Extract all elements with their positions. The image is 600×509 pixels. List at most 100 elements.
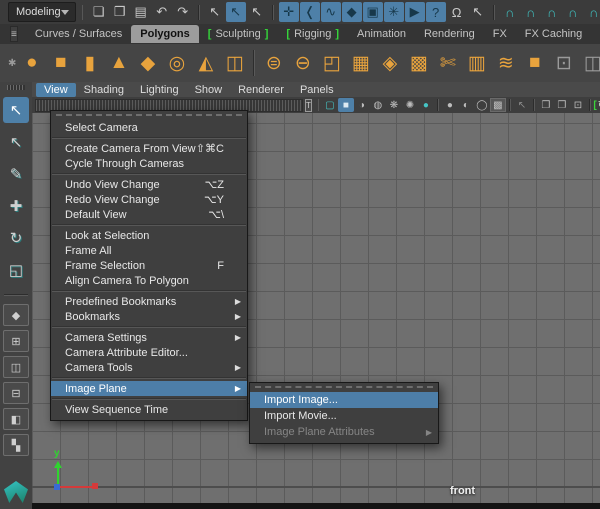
snap-view-plane-icon[interactable]: ∩: [584, 2, 600, 22]
poly-cone-icon[interactable]: ▲: [105, 48, 132, 78]
menu-item[interactable]: Frame Selection F: [51, 258, 247, 273]
menu-tab[interactable]: Rendering: [415, 25, 484, 43]
pane-mixed-layout-button[interactable]: ▚: [3, 434, 29, 456]
snap-point-icon[interactable]: ∩: [542, 2, 562, 22]
select-tool-icon[interactable]: ↖: [3, 97, 29, 123]
multi-cut-icon[interactable]: ✄: [434, 48, 461, 78]
single-pane-layout-button[interactable]: ◆: [3, 304, 29, 326]
menu-tab[interactable]: Curves / Surfaces: [26, 25, 131, 43]
sculpt-planes-icon[interactable]: ≋: [492, 48, 519, 78]
exposure-refresh-icon[interactable]: ↻: [594, 98, 600, 112]
poly-pipe-icon[interactable]: ◫: [221, 48, 248, 78]
panel-menu-item[interactable]: Shading: [76, 83, 132, 97]
menu-item[interactable]: Image Plane ▶: [51, 381, 247, 396]
frame-icon[interactable]: ▣: [363, 2, 383, 22]
menu-item[interactable]: Align Camera To Polygon: [51, 273, 247, 288]
insert-edge-loop-icon[interactable]: ◫: [579, 48, 600, 78]
redo-icon[interactable]: ↷: [173, 2, 193, 22]
select-component-icon[interactable]: ↖: [226, 2, 246, 22]
snap-projected-center-icon[interactable]: ∩: [563, 2, 583, 22]
menu-item[interactable]: Camera Settings ▶: [51, 330, 247, 345]
pane-outliner-layout-button[interactable]: ◫: [3, 356, 29, 378]
pane-split-layout-button[interactable]: ⊟: [3, 382, 29, 404]
panel-menu-item[interactable]: Panels: [292, 83, 342, 97]
graph-icon[interactable]: ✳: [384, 2, 404, 22]
film-graph-icon[interactable]: ▶: [405, 2, 425, 22]
poly-sphere-icon[interactable]: ●: [18, 48, 45, 78]
menu-tab[interactable]: Rigging: [277, 25, 348, 43]
menu-item[interactable]: Predefined Bookmarks ▶: [51, 294, 247, 309]
shadows-icon[interactable]: ●: [418, 98, 434, 112]
border-edge-icon[interactable]: ⊡: [550, 48, 577, 78]
smooth-icon[interactable]: ▦: [347, 48, 374, 78]
shaded-mode-icon[interactable]: ■: [338, 98, 354, 112]
textured-mode-icon[interactable]: ◑: [354, 98, 370, 112]
save-scene-icon[interactable]: ▤: [131, 2, 151, 22]
menu-item[interactable]: Look at Selection: [51, 228, 247, 243]
menu-item[interactable]: Create Camera From View ⇧⌘C: [51, 141, 247, 156]
menu-tab[interactable]: Animation: [348, 25, 415, 43]
menu-tab[interactable]: Sculpting: [199, 25, 278, 43]
curve-snap-icon[interactable]: ∿: [321, 2, 341, 22]
move-tool-icon[interactable]: ✚: [3, 193, 29, 219]
menu-tab[interactable]: Polygons: [131, 25, 199, 43]
menu-item[interactable]: Camera Tools ▶: [51, 360, 247, 375]
select-object-icon[interactable]: ↖: [205, 2, 225, 22]
select-hierarchy-icon[interactable]: ↖: [247, 2, 267, 22]
four-pane-layout-button[interactable]: ⊞: [3, 330, 29, 352]
new-scene-icon[interactable]: ❏: [89, 2, 109, 22]
poly-cube-icon[interactable]: ■: [47, 48, 74, 78]
isolate-select-icon[interactable]: ↖: [514, 98, 530, 112]
tearoff-button[interactable]: T: [305, 99, 312, 112]
toolbox-drag-handle[interactable]: [7, 85, 25, 90]
subdiv-proxy-icon[interactable]: ◈: [376, 48, 403, 78]
subdivide-icon[interactable]: ▩: [405, 48, 432, 78]
symmetry-icon[interactable]: ✛: [279, 2, 299, 22]
menu-item[interactable]: Image Plane Attributes ▶: [250, 424, 438, 440]
panel-menu-item[interactable]: Show: [187, 83, 231, 97]
paint-select-tool-icon[interactable]: ✎: [3, 161, 29, 187]
poly-cylinder-icon[interactable]: ▮: [76, 48, 103, 78]
menu-item[interactable]: Import Image...: [250, 392, 438, 408]
angle-snap-icon[interactable]: ❬: [300, 2, 320, 22]
grease-pencil-icon[interactable]: ⊡: [570, 98, 586, 112]
menu-item[interactable]: Import Movie...: [250, 408, 438, 424]
hamburger-icon[interactable]: ≡: [10, 26, 18, 42]
ambient-occlusion-icon[interactable]: ●: [442, 98, 458, 112]
menu-tab[interactable]: XGen: [591, 25, 600, 43]
poly-pyramid-icon[interactable]: ◭: [192, 48, 219, 78]
panel-menu-item[interactable]: View: [36, 83, 76, 97]
bevel-cube-icon[interactable]: ■: [521, 48, 548, 78]
poly-plane-icon[interactable]: ◆: [134, 48, 161, 78]
menu-item[interactable]: Default View ⌥\: [51, 207, 247, 222]
lock-icon[interactable]: Ω: [447, 2, 467, 22]
submenu-tearoff-handle[interactable]: [255, 386, 433, 390]
menu-tab[interactable]: FX: [484, 25, 516, 43]
wireframe-on-shaded-icon[interactable]: ❋: [386, 98, 402, 112]
lasso-select-tool-icon[interactable]: ↖: [3, 129, 29, 155]
menu-item[interactable]: View Sequence Time: [51, 402, 247, 417]
menu-item[interactable]: Redo View Change ⌥Y: [51, 192, 247, 207]
panel-layout-icon[interactable]: ❐: [554, 98, 570, 112]
help-icon[interactable]: ?: [426, 2, 446, 22]
boolean-difference-icon[interactable]: ⊖: [289, 48, 316, 78]
menu-tab[interactable]: FX Caching: [516, 25, 591, 43]
pane-stack-layout-button[interactable]: ◧: [3, 408, 29, 430]
xray-icon[interactable]: ◐: [458, 98, 474, 112]
menu-item[interactable]: Bookmarks ▶: [51, 309, 247, 324]
viewport-effects-icon[interactable]: ▩: [490, 98, 506, 112]
menu-item[interactable]: Cycle Through Cameras: [51, 156, 247, 171]
menu-item[interactable]: Undo View Change ⌥Z: [51, 177, 247, 192]
snap-grid-icon[interactable]: ∩: [500, 2, 520, 22]
lights-icon[interactable]: ✺: [402, 98, 418, 112]
menu-item[interactable]: Select Camera: [51, 120, 247, 135]
menu-item[interactable]: Camera Attribute Editor...: [51, 345, 247, 360]
menu-set-dropdown[interactable]: Modeling: [8, 2, 76, 22]
boolean-union-icon[interactable]: ⊜: [260, 48, 287, 78]
scale-tool-icon[interactable]: ◱: [3, 257, 29, 283]
rotate-tool-icon[interactable]: ↻: [3, 225, 29, 251]
material-sphere-icon[interactable]: ◍: [370, 98, 386, 112]
menu-item[interactable]: Frame All: [51, 243, 247, 258]
shelf-gear-icon[interactable]: ✱: [8, 58, 16, 69]
mirror-icon[interactable]: ◰: [318, 48, 345, 78]
